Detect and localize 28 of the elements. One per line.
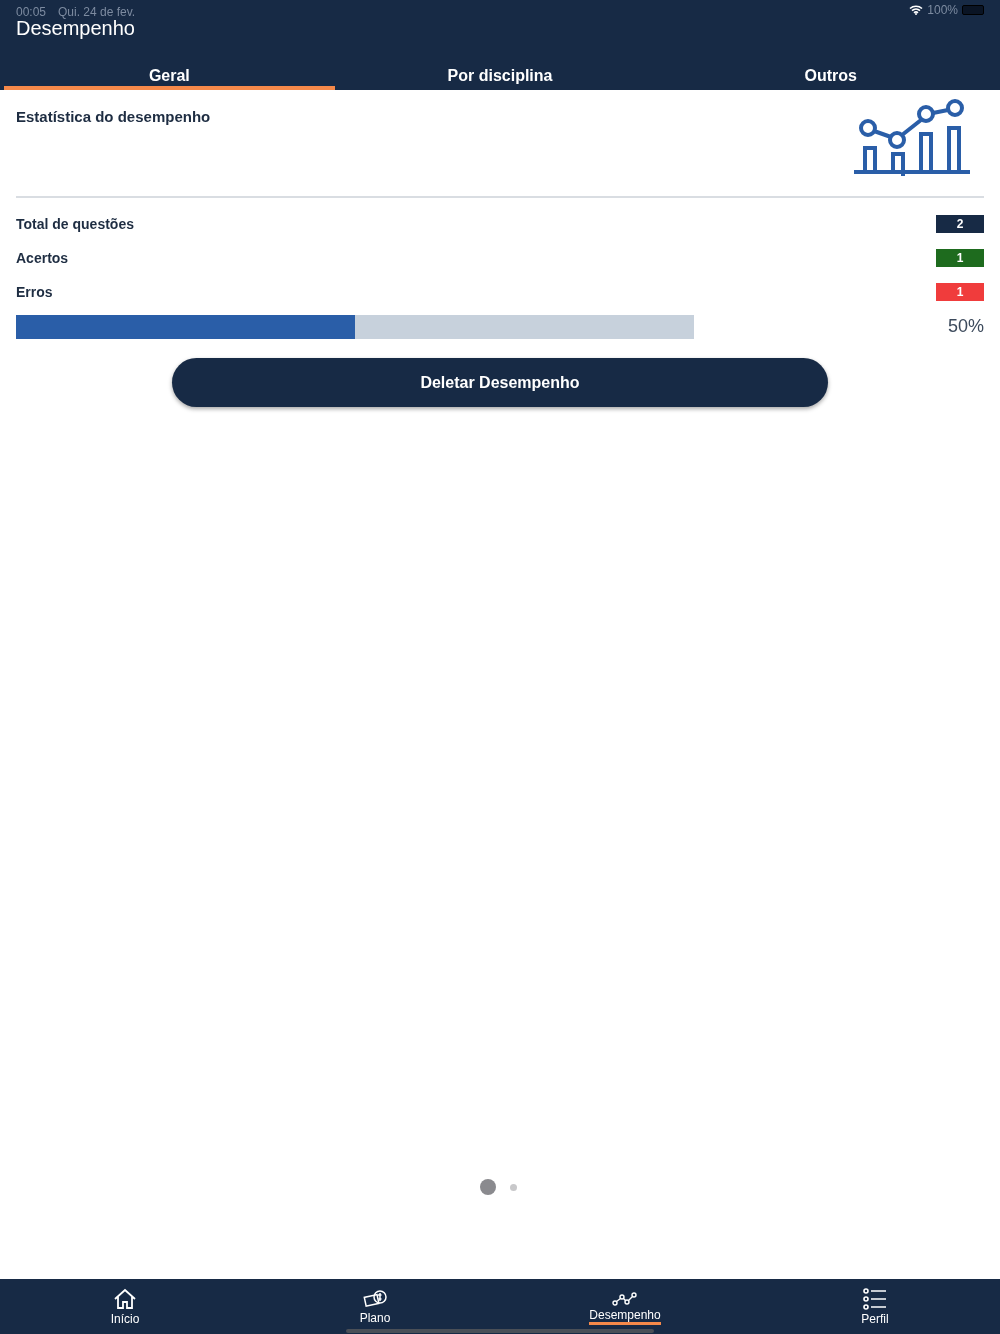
list-icon (863, 1288, 887, 1310)
tab[interactable]: Por disciplina (334, 64, 666, 90)
money-icon (363, 1289, 387, 1309)
tab[interactable]: Geral (4, 64, 335, 90)
battery-icon (962, 4, 984, 15)
nav-label: Perfil (861, 1312, 889, 1328)
status-time: 00:05 (16, 4, 47, 16)
nav-label: Plano (359, 1311, 391, 1327)
nav-item[interactable]: Plano (250, 1279, 500, 1334)
stat-label: Total de questões (16, 214, 134, 234)
nav-item[interactable]: Início (0, 1279, 250, 1334)
nav-label: Início (110, 1312, 140, 1328)
stat-label: Erros (16, 282, 53, 302)
progress-percent: 50% (947, 315, 984, 338)
battery-percent: 100% (927, 1, 958, 19)
delete-button[interactable]: Deletar Desempenho (172, 358, 828, 407)
nav-label: Desempenho (589, 1308, 661, 1325)
home-icon (113, 1288, 137, 1310)
tab[interactable]: Outros (665, 64, 996, 90)
wifi-icon (909, 4, 924, 15)
count-badge: 1 (936, 249, 984, 267)
count-badge: 1 (936, 283, 984, 301)
line-chart-icon (612, 1292, 638, 1306)
nav-item[interactable]: Perfil (750, 1279, 1000, 1334)
card-title: Estatística do desempenho (16, 107, 211, 127)
count-badge: 2 (936, 215, 984, 233)
stat-label: Acertos (16, 248, 69, 268)
chart-icon (852, 98, 972, 176)
